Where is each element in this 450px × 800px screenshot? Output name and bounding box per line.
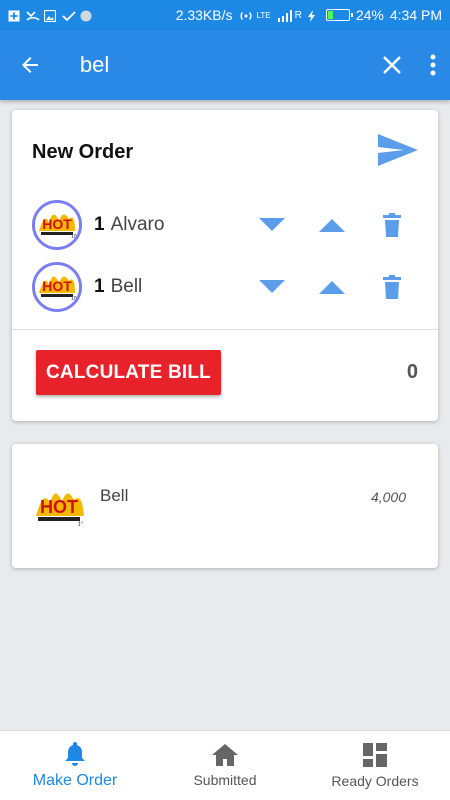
product-avatar: HOT 100: [32, 478, 88, 534]
item-avatar: HOT 100: [32, 200, 82, 250]
increase-quantity-button[interactable]: [302, 267, 362, 307]
hotspot-icon: [239, 9, 252, 21]
increase-quantity-button[interactable]: [302, 205, 362, 245]
dashboard-icon: [363, 742, 387, 767]
product-list-item[interactable]: HOT 100 Bell 4,000: [12, 444, 438, 568]
charging-icon: [307, 9, 320, 22]
arrow-back-icon: [21, 57, 38, 73]
item-actions: [242, 256, 422, 318]
battery-percent: 24%: [355, 7, 384, 23]
check-icon: [62, 9, 76, 22]
missed-call-icon: [26, 9, 40, 21]
hot-logo-icon: HOT 100: [35, 265, 79, 309]
decrease-quantity-button[interactable]: [242, 267, 302, 307]
network-speed: 2.33KB/s: [175, 7, 233, 23]
trash-icon: [383, 213, 401, 237]
send-icon: [378, 133, 418, 166]
bottom-navigation: Make Order Submitted Ready Orders: [0, 730, 450, 800]
product-name: Bell: [100, 486, 129, 505]
signal-icon: [277, 9, 292, 22]
notification-icons: [8, 9, 92, 23]
item-name: Bell: [110, 276, 143, 297]
arrow-drop-down-icon: [259, 218, 285, 231]
nav-label: Ready Orders: [331, 772, 419, 789]
roaming-label: R: [294, 9, 302, 21]
home-icon: [212, 743, 238, 766]
product-price: 4,000: [370, 489, 406, 505]
decrease-quantity-button[interactable]: [242, 205, 302, 245]
order-item: HOT 100 1 Alvaro: [12, 194, 438, 256]
nav-make-order[interactable]: Make Order: [0, 731, 150, 800]
nav-label: Submitted: [193, 771, 257, 788]
item-avatar: HOT 100: [32, 262, 82, 312]
bill-total: 0: [406, 361, 418, 383]
svg-text:100: 100: [71, 296, 79, 302]
image-icon: [43, 9, 57, 23]
search-input[interactable]: [59, 45, 368, 85]
circle-icon: [80, 9, 92, 22]
arrow-drop-up-icon: [319, 219, 345, 232]
clock: 4:34 PM: [389, 7, 442, 23]
calculate-bill-button[interactable]: CALCULATE BILL: [36, 350, 221, 395]
delete-item-button[interactable]: [362, 267, 422, 307]
trash-icon: [383, 275, 401, 299]
svg-text:HOT: HOT: [40, 497, 78, 517]
item-quantity: 1: [94, 276, 105, 297]
more-options-button[interactable]: [416, 30, 450, 100]
system-indicators: 2.33KB/s LTE R 24% 4:34 PM: [176, 7, 442, 23]
svg-text:100: 100: [78, 522, 88, 528]
status-bar: 2.33KB/s LTE R 24% 4:34 PM: [0, 0, 450, 30]
svg-text:HOT: HOT: [42, 216, 72, 232]
hot-logo-icon: HOT 100: [32, 478, 88, 534]
back-button[interactable]: [0, 30, 60, 100]
item-name: Alvaro: [110, 214, 165, 235]
send-order-button[interactable]: [378, 133, 418, 171]
arrow-drop-down-icon: [259, 280, 285, 293]
svg-text:HOT: HOT: [42, 278, 72, 294]
divider: [12, 329, 438, 330]
nav-submitted[interactable]: Submitted: [150, 731, 300, 800]
clear-search-button[interactable]: [368, 30, 416, 100]
new-order-card: New Order HOT 100 1 Alvaro HOT 100 1 Bel…: [12, 110, 438, 421]
nav-ready-orders[interactable]: Ready Orders: [300, 731, 450, 800]
more-vertical-icon: [430, 54, 436, 76]
item-quantity: 1: [94, 214, 105, 235]
order-title: New Order: [32, 140, 134, 163]
order-card-header: New Order: [12, 110, 438, 194]
item-actions: [242, 194, 422, 256]
search-result-card: HOT 100 Bell 4,000: [12, 444, 438, 568]
nav-label: Make Order: [32, 771, 118, 789]
order-item: HOT 100 1 Bell: [12, 256, 438, 318]
bell-icon: [65, 741, 85, 766]
svg-text:100: 100: [71, 234, 79, 240]
app-bar: [0, 30, 450, 100]
close-icon: [382, 56, 401, 74]
delete-item-button[interactable]: [362, 205, 422, 245]
calculate-row: CALCULATE BILL 0: [12, 350, 438, 395]
arrow-drop-up-icon: [319, 281, 345, 294]
add-box-icon: [8, 9, 20, 22]
battery-icon: [325, 9, 353, 21]
hot-logo-icon: HOT 100: [35, 203, 79, 247]
lte-label: LTE: [256, 10, 271, 20]
